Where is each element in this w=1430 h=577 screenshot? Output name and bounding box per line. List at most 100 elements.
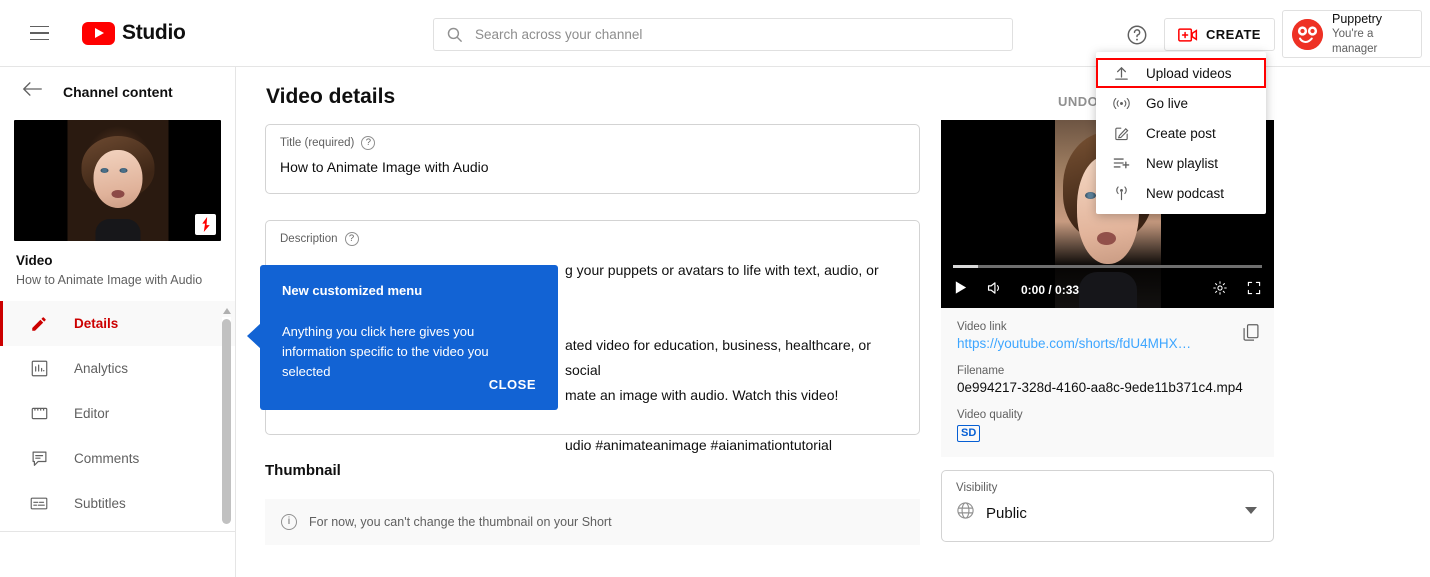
sidebar-item-label: Subtitles (74, 496, 126, 511)
video-title-label: How to Animate Image with Audio (16, 273, 203, 287)
title-field[interactable]: Title (required) ? How to Animate Image … (265, 124, 920, 194)
quality-block: Video quality SD (957, 409, 1258, 442)
scrollbar-thumb[interactable] (222, 319, 231, 524)
channel-content-label: Channel content (63, 83, 173, 100)
help-icon[interactable]: ? (344, 232, 359, 246)
broadcast-icon (1110, 95, 1132, 112)
studio-logo[interactable]: Studio (82, 21, 186, 45)
sidebar-item-label: Comments (74, 451, 140, 466)
globe-icon (956, 501, 975, 525)
sidebar-item-editor[interactable]: Editor (0, 391, 235, 436)
thumbnail-note-text: For now, you can't change the thumbnail … (309, 515, 612, 529)
account-name: Puppetry (1332, 11, 1383, 26)
video-info-card: Video link https://youtube.com/shorts/fd… (941, 308, 1274, 457)
menu-item-label: New playlist (1146, 155, 1219, 171)
subtitles-icon (28, 496, 50, 511)
filename-label: Filename (957, 365, 1005, 377)
menu-item-new-podcast[interactable]: New podcast (1096, 178, 1266, 208)
help-icon[interactable] (1122, 20, 1152, 50)
create-button[interactable]: CREATE (1164, 18, 1275, 51)
thumbnail-heading: Thumbnail (265, 462, 341, 479)
onboarding-tooltip: New customized menu Anything you click h… (247, 265, 558, 410)
fullscreen-icon[interactable] (1246, 280, 1262, 301)
menu-item-label: New podcast (1146, 185, 1225, 201)
youtube-studio-page: Studio Search across your channel CREATE (0, 0, 1430, 577)
sidebar-header: Channel content (0, 67, 235, 112)
video-link-value[interactable]: https://youtube.com/shorts/fdU4MHX… (957, 336, 1229, 351)
account-chip[interactable]: Puppetry You're a manager (1282, 10, 1422, 58)
description-field-label-row: Description ? (280, 232, 905, 246)
thumbnail-note: i For now, you can't change the thumbnai… (265, 499, 920, 545)
menu-item-go-live[interactable]: Go live (1096, 88, 1266, 118)
filename-block: Filename 0e994217-328d-4160-aa8c-9ede11b… (957, 365, 1258, 395)
video-link-label: Video link (957, 321, 1007, 333)
shorts-icon (195, 214, 216, 235)
brand-label: Studio (122, 21, 186, 44)
video-quality-label: Video quality (957, 409, 1023, 421)
title-field-value: How to Animate Image with Audio (280, 159, 489, 175)
tooltip-close-button[interactable]: CLOSE (489, 377, 536, 392)
title-field-label-row: Title (required) ? (280, 136, 905, 150)
visibility-value-row: Public (956, 501, 1259, 525)
search-icon (447, 27, 463, 43)
avatar (1292, 18, 1323, 50)
chevron-down-icon[interactable] (1245, 507, 1257, 514)
description-field-label: Description (280, 233, 338, 245)
comment-icon (28, 450, 50, 467)
sidebar-nav: Details Analytics Editor Comments Subtit… (0, 301, 235, 526)
video-thumbnail[interactable] (14, 120, 221, 241)
player-time: 0:00 / 0:33 (1021, 283, 1080, 297)
video-plus-icon (1178, 27, 1198, 42)
menu-item-label: Create post (1146, 125, 1216, 141)
tooltip-title: New customized menu (282, 283, 423, 298)
menu-item-new-playlist[interactable]: New playlist (1096, 148, 1266, 178)
search-input[interactable]: Search across your channel (433, 18, 1013, 51)
menu-item-label: Go live (1146, 95, 1189, 111)
upload-icon (1110, 65, 1132, 82)
visibility-select[interactable]: Visibility Public (941, 470, 1274, 542)
sidebar-scrollbar[interactable] (221, 305, 232, 577)
sidebar-video-meta: Video How to Animate Image with Audio (0, 241, 235, 287)
sidebar-item-details[interactable]: Details (0, 301, 235, 346)
video-quality-badge: SD (957, 425, 981, 442)
thumbnail-image (67, 120, 168, 241)
player-controls: 0:00 / 0:33 (941, 272, 1274, 308)
account-text: Puppetry You're a manager (1332, 12, 1412, 56)
sidebar-item-label: Details (74, 316, 119, 331)
sidebar-item-label: Analytics (74, 361, 129, 376)
page-title: Video details (266, 85, 396, 108)
filename-value: 0e994217-328d-4160-aa8c-9ede11b371c4.mp4 (957, 380, 1243, 395)
sidebar-item-label: Editor (74, 406, 110, 421)
help-icon[interactable]: ? (361, 136, 376, 150)
hamburger-icon[interactable] (20, 14, 58, 52)
visibility-value: Public (986, 504, 1027, 522)
title-field-label: Title (required) (280, 137, 355, 149)
description-line-4: udio #animateanimage #aianimationtutoria… (565, 437, 832, 453)
pencil-square-icon (1110, 125, 1132, 142)
progress-bar[interactable] (953, 265, 1262, 268)
volume-icon[interactable] (986, 280, 1003, 301)
undo-button[interactable]: UNDO (1058, 94, 1098, 109)
back-arrow-icon[interactable] (22, 81, 43, 102)
search-placeholder: Search across your channel (475, 27, 643, 42)
sidebar-item-analytics[interactable]: Analytics (0, 346, 235, 391)
menu-item-create-post[interactable]: Create post (1096, 118, 1266, 148)
scroll-up-arrow-icon[interactable] (221, 305, 232, 316)
account-role: You're a manager (1332, 28, 1378, 55)
create-button-label: CREATE (1206, 27, 1261, 42)
menu-item-upload-videos[interactable]: Upload videos (1096, 58, 1266, 88)
visibility-label: Visibility (956, 482, 998, 494)
gear-icon[interactable] (1212, 280, 1228, 301)
tooltip-pointer (247, 323, 261, 349)
play-icon[interactable] (953, 280, 968, 300)
sidebar-item-comments[interactable]: Comments (0, 436, 235, 481)
sidebar-item-subtitles[interactable]: Subtitles (0, 481, 235, 526)
menu-item-label: Upload videos (1146, 65, 1232, 81)
playlist-add-icon (1110, 155, 1132, 171)
sidebar-divider (0, 531, 236, 532)
pencil-icon (28, 315, 50, 333)
podcast-icon (1110, 184, 1132, 203)
youtube-play-icon (82, 21, 115, 45)
create-dropdown-menu: Upload videos Go live Create post New pl… (1096, 52, 1266, 214)
copy-icon[interactable] (1242, 323, 1260, 347)
